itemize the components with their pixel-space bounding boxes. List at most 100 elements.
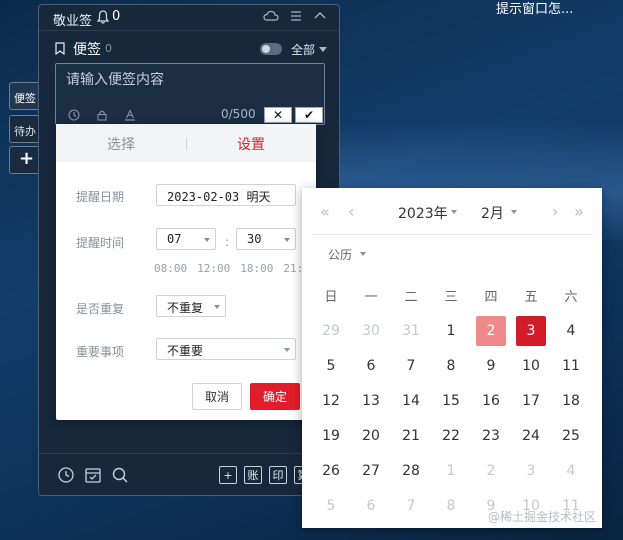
- calendar-check-icon[interactable]: [84, 466, 102, 484]
- text-color-icon[interactable]: [124, 109, 136, 121]
- add-note-button[interactable]: +: [219, 466, 237, 484]
- calendar-week: 26 27 28 1 2 3 4: [311, 453, 591, 488]
- chevron-down-icon[interactable]: [451, 210, 457, 214]
- month-select[interactable]: 2月: [481, 203, 504, 223]
- side-tab-add[interactable]: +: [9, 146, 41, 174]
- calendar-day-number: 2: [476, 315, 506, 346]
- filter-dropdown[interactable]: 全部: [291, 41, 315, 58]
- year-select[interactable]: 2023年: [398, 203, 448, 223]
- calendar-day-number: 25: [562, 427, 580, 444]
- calendar-day[interactable]: 27: [351, 463, 391, 479]
- calendar-day[interactable]: 6: [351, 498, 391, 514]
- calendar-week: 5 6 7 8 9 10 11: [311, 348, 591, 383]
- tab-select[interactable]: 选择: [107, 134, 135, 154]
- calendar-mode-select[interactable]: 公历: [328, 246, 352, 263]
- show-toggle[interactable]: [260, 43, 282, 55]
- calendar-day[interactable]: 7: [391, 358, 431, 374]
- calendar-day[interactable]: 15: [431, 393, 471, 409]
- calendar-day[interactable]: 22: [431, 428, 471, 444]
- search-icon[interactable]: [111, 466, 129, 484]
- menu-icon[interactable]: [289, 9, 303, 23]
- calendar-day[interactable]: 9: [471, 358, 511, 374]
- bell-icon[interactable]: [97, 10, 109, 24]
- calendar-day[interactable]: 7: [391, 498, 431, 514]
- chevron-down-icon[interactable]: [319, 47, 327, 52]
- quick-time[interactable]: 12:00: [197, 262, 230, 275]
- calendar-day[interactable]: 28: [391, 463, 431, 479]
- calendar-day[interactable]: 24: [511, 428, 551, 444]
- tab-settings[interactable]: 设置: [237, 134, 265, 154]
- calendar-day[interactable]: 3: [511, 463, 551, 479]
- calendar-day[interactable]: 5: [311, 498, 351, 514]
- chevron-down-icon[interactable]: [511, 210, 517, 214]
- calendar-day[interactable]: 30: [351, 323, 391, 339]
- calendar-divider: [312, 234, 592, 235]
- ledger-button[interactable]: 账: [244, 466, 262, 484]
- calendar-day[interactable]: 4: [551, 323, 591, 339]
- cloud-icon[interactable]: [263, 9, 279, 23]
- note-input[interactable]: [66, 72, 316, 88]
- calendar-day[interactable]: 11: [551, 358, 591, 374]
- header-icons: [263, 9, 327, 23]
- confirm-button[interactable]: 确定: [250, 383, 300, 410]
- print-button[interactable]: 印: [269, 466, 287, 484]
- calendar-day[interactable]: 1: [431, 323, 471, 339]
- editor-cancel-button[interactable]: ✕: [264, 107, 292, 123]
- calendar-day[interactable]: 6: [351, 358, 391, 374]
- quick-time[interactable]: 08:00: [154, 262, 187, 275]
- reminder-date-field[interactable]: 2023-02-03 明天: [156, 184, 296, 206]
- side-tab-notes[interactable]: 便签: [9, 82, 41, 110]
- important-select[interactable]: 不重要: [156, 338, 296, 360]
- chevron-down-icon[interactable]: [360, 252, 366, 256]
- calendar-day-number: 3: [526, 462, 536, 479]
- calendar-day[interactable]: 19: [311, 428, 351, 444]
- calendar-day[interactable]: 20: [351, 428, 391, 444]
- quick-time[interactable]: 18:00: [240, 262, 273, 275]
- calendar-day[interactable]: 14: [391, 393, 431, 409]
- prev-year-button[interactable]: «: [320, 202, 330, 221]
- history-clock-icon[interactable]: [57, 466, 75, 484]
- calendar-day[interactable]: 1: [431, 463, 471, 479]
- calendar-day[interactable]: 4: [551, 463, 591, 479]
- calendar-day[interactable]: 8: [431, 498, 471, 514]
- calendar-day-number: 8: [446, 357, 456, 374]
- calendar-day-number: 23: [482, 427, 500, 444]
- calendar-day[interactable]: 13: [351, 393, 391, 409]
- hour-select[interactable]: 07: [156, 228, 216, 250]
- editor-confirm-button[interactable]: ✔: [295, 107, 323, 123]
- calendar-day[interactable]: 16: [471, 393, 511, 409]
- lock-icon[interactable]: [96, 109, 108, 121]
- desktop-window-title: 提示窗口怎...: [496, 2, 574, 17]
- calendar-day[interactable]: 12: [311, 393, 351, 409]
- calendar-day-number: 1: [446, 322, 456, 339]
- calendar-day-number: 4: [566, 322, 576, 339]
- quick-times: 08:00 12:00 18:00 21:00: [154, 262, 317, 275]
- chevron-up-icon[interactable]: [313, 9, 327, 23]
- next-year-button[interactable]: »: [574, 202, 584, 221]
- bell-count: 0: [112, 9, 121, 24]
- clock-icon[interactable]: [68, 109, 80, 121]
- side-tab-todo[interactable]: 待办: [9, 115, 41, 143]
- calendar-day[interactable]: 17: [511, 393, 551, 409]
- cancel-button[interactable]: 取消: [192, 383, 242, 410]
- calendar-day[interactable]: 31: [391, 323, 431, 339]
- calendar-grid: 日一二三四五六 29 30 31 1 2 3 4 5 6 7 8 9 10 11 12 13 14 15 16 17 18…: [311, 278, 591, 523]
- calendar-day[interactable]: 10: [511, 358, 551, 374]
- calendar-day[interactable]: 2: [471, 463, 511, 479]
- calendar-day-selected[interactable]: 3: [511, 315, 551, 346]
- calendar-day[interactable]: 29: [311, 323, 351, 339]
- calendar-day-number: 5: [326, 357, 336, 374]
- calendar-day[interactable]: 8: [431, 358, 471, 374]
- calendar-day-number: 12: [322, 392, 340, 409]
- calendar-day[interactable]: 25: [551, 428, 591, 444]
- prev-month-button[interactable]: ‹: [348, 202, 354, 221]
- next-month-button[interactable]: ›: [552, 202, 558, 221]
- repeat-select[interactable]: 不重复: [156, 295, 226, 317]
- calendar-day-today[interactable]: 2: [471, 315, 511, 346]
- calendar-day[interactable]: 23: [471, 428, 511, 444]
- calendar-day[interactable]: 18: [551, 393, 591, 409]
- calendar-day[interactable]: 21: [391, 428, 431, 444]
- calendar-day[interactable]: 26: [311, 463, 351, 479]
- calendar-day[interactable]: 5: [311, 358, 351, 374]
- minute-select[interactable]: 30: [236, 228, 296, 250]
